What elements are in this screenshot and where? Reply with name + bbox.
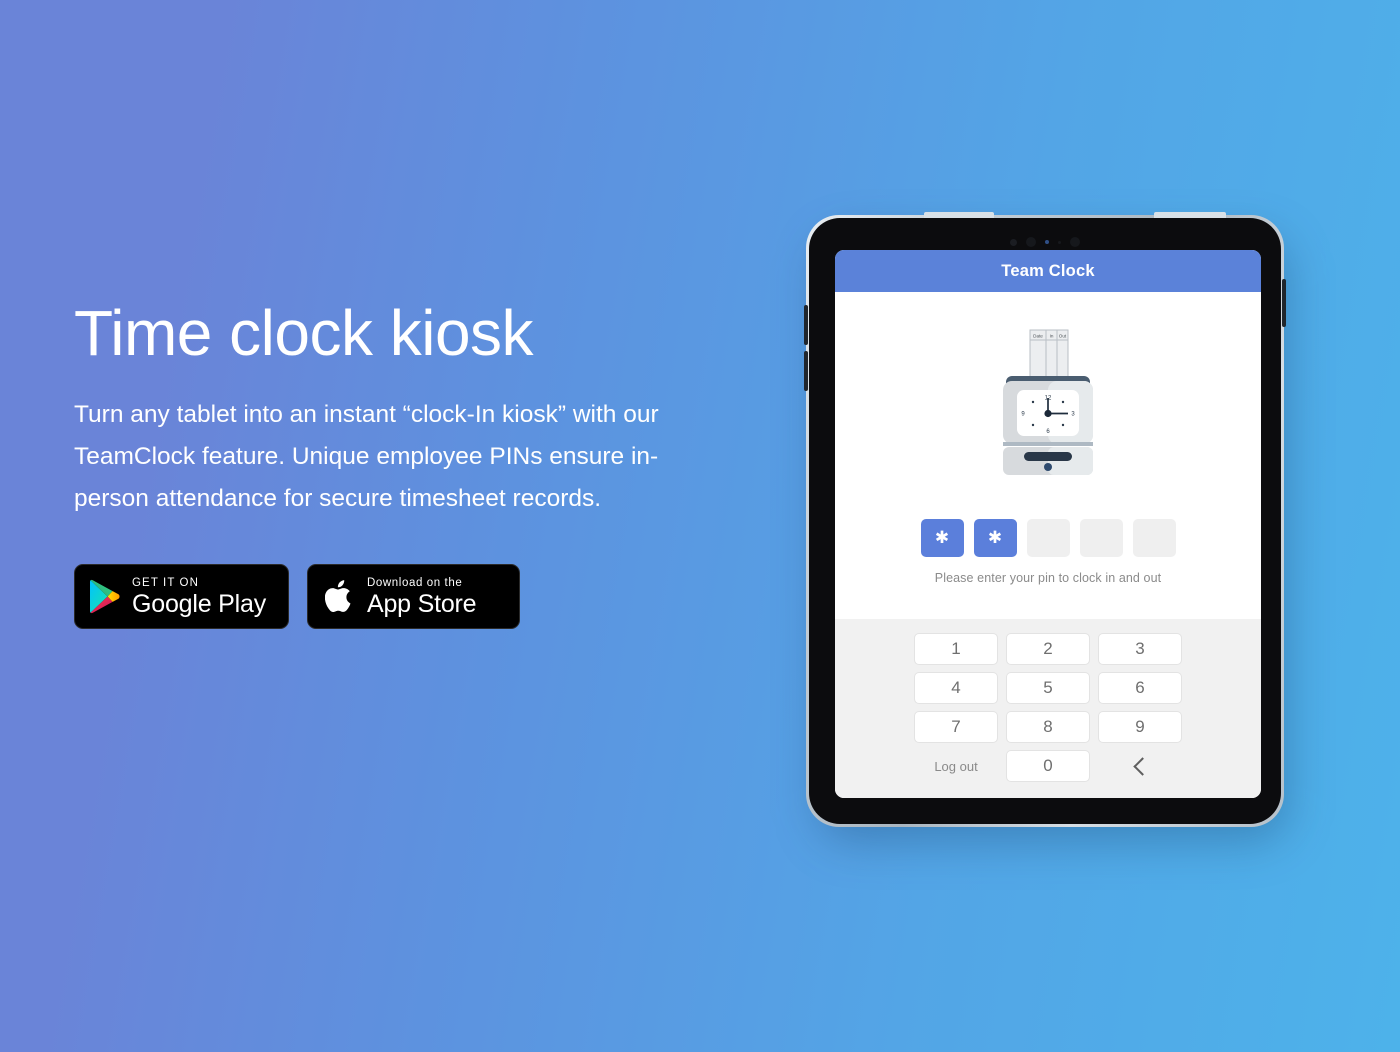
pin-box-1[interactable]: ✱ xyxy=(920,519,964,557)
apple-logo-icon xyxy=(324,578,356,615)
front-camera-icon xyxy=(1026,237,1036,247)
marketing-description: Turn any tablet into an instant “clock-I… xyxy=(74,401,659,513)
google-play-badge-text: GET IT ON Google Play xyxy=(132,576,266,618)
store-badges: GET IT ON Google Play Download on the Ap… xyxy=(74,564,754,630)
keypad-key-8[interactable]: 8 xyxy=(1006,711,1090,743)
pin-hint-text: Please enter your pin to clock in and ou… xyxy=(934,571,1162,585)
tablet-frame: Team Clock Date In Out 3 6 9 ✱ ✱ Please … xyxy=(804,212,1286,827)
pin-box-2[interactable]: ✱ xyxy=(973,519,1017,557)
keypad-row-1: 1 2 3 xyxy=(914,633,1182,665)
numeric-keypad: 1 2 3 4 5 6 7 8 9 Log out 0 xyxy=(835,619,1261,798)
timecard-col-date: Date xyxy=(1033,334,1043,339)
face-id-sensor-icon xyxy=(1070,237,1080,247)
google-play-badge-small-label: GET IT ON xyxy=(132,576,199,589)
google-play-badge[interactable]: GET IT ON Google Play xyxy=(74,564,289,630)
keypad-key-7[interactable]: 7 xyxy=(914,711,998,743)
pin-mask-1: ✱ xyxy=(934,528,950,547)
keypad-key-3[interactable]: 3 xyxy=(1098,633,1182,665)
front-camera-sensors xyxy=(809,237,1281,247)
tablet-bezel: Team Clock Date In Out 3 6 9 ✱ ✱ Please … xyxy=(809,218,1281,824)
keypad-row-3: 7 8 9 xyxy=(914,711,1182,743)
app-body: Date In Out 12 3 6 xyxy=(835,292,1261,619)
google-play-badge-large-label: Google Play xyxy=(132,589,266,618)
keypad-row-4: Log out 0 xyxy=(914,750,1182,782)
marketing-column: Time clock kiosk Turn any tablet into an… xyxy=(74,297,754,630)
app-store-badge-small-label: Download on the xyxy=(367,576,463,589)
tablet-screen: Team Clock Date In Out 3 6 9 ✱ ✱ Please … xyxy=(835,250,1261,798)
timecard-col-out: Out xyxy=(1059,334,1067,339)
timecard-col-in: In xyxy=(1050,334,1054,339)
keypad-key-4[interactable]: 4 xyxy=(914,672,998,704)
backspace-button[interactable] xyxy=(1098,750,1182,782)
sensor-dot-icon xyxy=(1010,238,1017,246)
chevron-left-icon xyxy=(1132,756,1152,776)
google-play-icon xyxy=(89,579,121,614)
keypad-key-0[interactable]: 0 xyxy=(1006,750,1090,782)
volume-up-button[interactable] xyxy=(804,305,808,345)
punch-clock-illustration: Date In Out 12 3 6 xyxy=(992,328,1104,478)
pin-mask-2: ✱ xyxy=(987,528,1003,547)
pin-entry-row[interactable]: ✱ ✱ xyxy=(920,519,1176,557)
tablet-mockup: Team Clock Date In Out 3 6 9 ✱ ✱ Please … xyxy=(804,212,1288,842)
sensor-dot-icon xyxy=(1058,240,1061,244)
logout-button[interactable]: Log out xyxy=(914,750,998,782)
volume-down-button[interactable] xyxy=(804,351,808,391)
app-store-badge-text: Download on the App Store xyxy=(367,576,477,618)
ambient-light-sensor-icon xyxy=(1045,240,1049,244)
keypad-key-1[interactable]: 1 xyxy=(914,633,998,665)
keypad-key-6[interactable]: 6 xyxy=(1098,672,1182,704)
app-title: Team Clock xyxy=(1001,261,1095,280)
keypad-key-9[interactable]: 9 xyxy=(1098,711,1182,743)
pin-box-3[interactable] xyxy=(1026,519,1070,557)
page-title: Time clock kiosk xyxy=(74,297,534,369)
keypad-key-2[interactable]: 2 xyxy=(1006,633,1090,665)
pin-box-5[interactable] xyxy=(1132,519,1176,557)
app-store-badge[interactable]: Download on the App Store xyxy=(307,564,520,630)
app-store-badge-large-label: App Store xyxy=(367,589,477,618)
keypad-key-5[interactable]: 5 xyxy=(1006,672,1090,704)
power-button[interactable] xyxy=(1282,279,1286,327)
app-header: Team Clock xyxy=(835,250,1261,292)
pin-box-4[interactable] xyxy=(1079,519,1123,557)
keypad-row-2: 4 5 6 xyxy=(914,672,1182,704)
